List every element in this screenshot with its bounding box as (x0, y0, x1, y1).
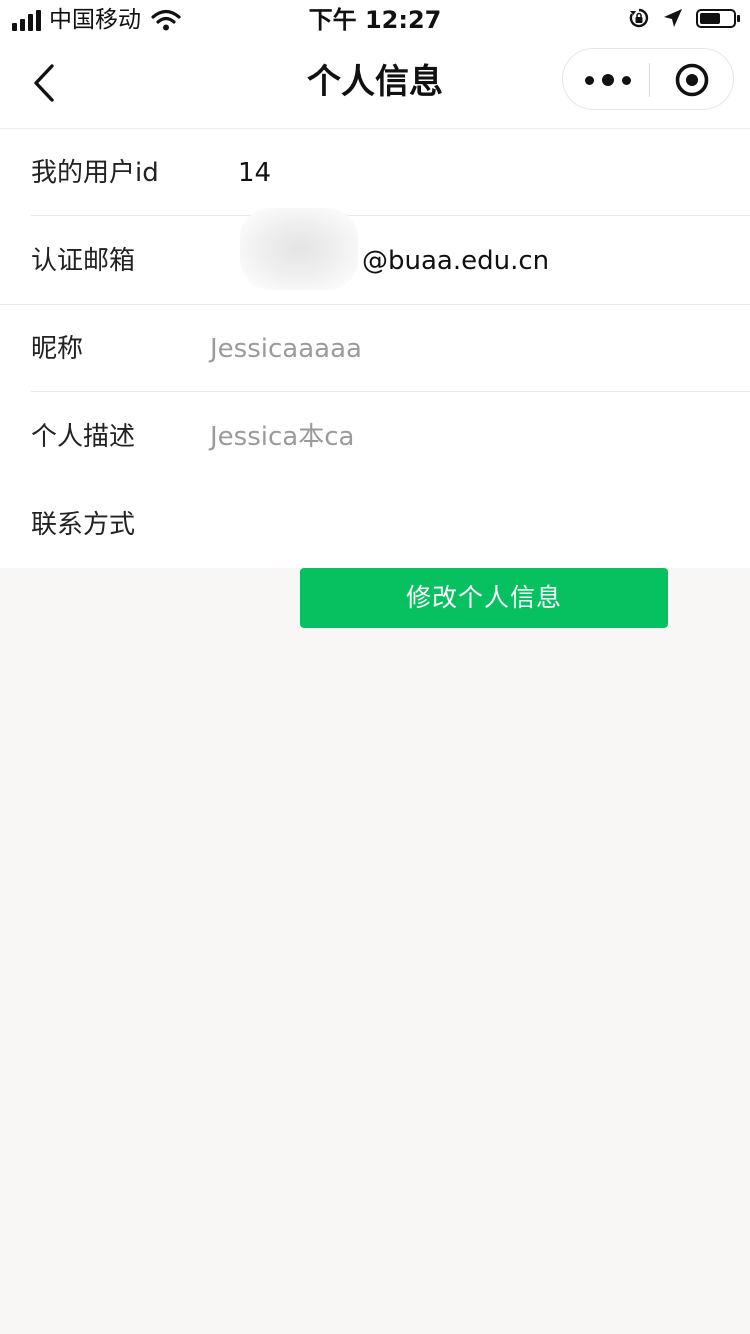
email-value: @buaa.edu.cn (362, 246, 550, 276)
contact-label: 联系方式 (31, 510, 136, 540)
more-button[interactable] (585, 69, 631, 91)
rotation-lock-icon (629, 8, 649, 28)
status-bar: 中国移动 下午 12:27 (0, 0, 750, 40)
email-label: 认证邮箱 (31, 246, 136, 276)
user-id-row: 我的用户id 14 (0, 129, 750, 217)
mini-program-capsule (562, 48, 734, 110)
more-icon-dot (602, 74, 614, 86)
user-id-value: 14 (238, 158, 272, 188)
divider (31, 391, 750, 392)
email-row: 认证邮箱 @buaa.edu.cn (0, 217, 750, 305)
target-icon[interactable] (675, 63, 709, 97)
capsule-divider (649, 63, 650, 97)
divider (31, 215, 750, 216)
description-label: 个人描述 (31, 422, 136, 452)
description-row[interactable]: 个人描述 Jessica本ca (0, 393, 750, 481)
contact-row[interactable]: 联系方式 (0, 481, 750, 569)
status-right (628, 7, 740, 29)
edit-profile-button[interactable]: 修改个人信息 (300, 568, 668, 628)
user-id-label: 我的用户id (31, 158, 159, 188)
nav-bar: 个人信息 (0, 40, 750, 129)
nickname-input[interactable]: Jessicaaaaa (210, 305, 362, 393)
redacted-blur (240, 208, 358, 290)
nickname-label: 昵称 (31, 334, 84, 364)
more-icon-dot (622, 75, 631, 85)
battery-icon (696, 8, 740, 28)
location-icon (664, 9, 682, 27)
nickname-row[interactable]: 昵称 Jessicaaaaa (0, 305, 750, 393)
more-icon (585, 75, 594, 85)
profile-form: 我的用户id 14 认证邮箱 @buaa.edu.cn 昵称 Jessicaaa… (0, 129, 750, 568)
description-input[interactable]: Jessica本ca (210, 393, 354, 481)
